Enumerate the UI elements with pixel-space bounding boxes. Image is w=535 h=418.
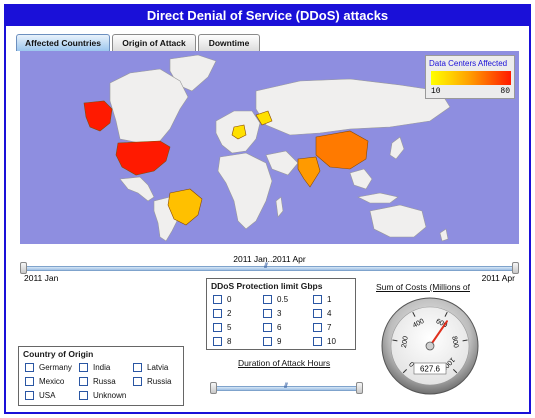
country-option-label: Germany (39, 363, 72, 372)
china-shape (315, 130, 369, 170)
protection-limit-filter: DDoS Protection limit Gbps 0 0.5 1 2 3 4 5 6 7 8 9… (206, 278, 356, 350)
protection-option-checkbox[interactable] (313, 323, 322, 332)
protection-option-checkbox[interactable] (263, 323, 272, 332)
legend-title: Data Centers Affected (429, 59, 508, 68)
protection-option-label: 1 (327, 295, 332, 304)
protection-option-label: 4 (327, 309, 332, 318)
gauge-hub (425, 341, 435, 351)
protection-option-label: 0 (227, 295, 232, 304)
protection-option-checkbox[interactable] (213, 323, 222, 332)
protection-option-label: 10 (327, 337, 336, 346)
canada-shape (109, 68, 189, 144)
world-map[interactable]: Data Centers Affected 10 80 (20, 51, 519, 244)
country-option-label: India (93, 363, 111, 372)
protection-option-checkbox[interactable] (213, 337, 222, 346)
legend-color-scale (431, 71, 511, 85)
protection-limit-title: DDoS Protection limit Gbps (211, 281, 323, 291)
alaska-shape (83, 100, 113, 132)
gauge-dial: 0200400 6008001000 627.6 (381, 297, 479, 395)
protection-option-label: 6 (277, 323, 282, 332)
tab-downtime[interactable]: Downtime (198, 34, 260, 51)
protection-option-checkbox[interactable] (263, 309, 272, 318)
protection-option-checkbox[interactable] (213, 295, 222, 304)
country-option-checkbox[interactable] (79, 363, 88, 372)
country-option-checkbox[interactable] (25, 391, 34, 400)
page-title: Direct Denial of Service (DDoS) attacks (6, 6, 529, 26)
africa-shape (217, 152, 273, 230)
indonesia-shape (357, 192, 399, 204)
time-range-start-label: 2011 Jan (24, 273, 59, 283)
madagascar-shape (275, 196, 284, 218)
country-origin-filter: Country of Origin Germany India Latvia Mexi… (18, 346, 184, 406)
duration-slider-track[interactable] (214, 386, 360, 391)
time-range-caption: 2011 Jan..2011 Apr (233, 254, 306, 264)
duration-grip-icon[interactable]: /// (284, 383, 288, 390)
usa-shape (115, 140, 171, 176)
legend-min-value: 10 (431, 87, 441, 96)
protection-option-label: 5 (227, 323, 232, 332)
asia-shape (255, 78, 451, 136)
cost-gauge: 0 200 400 600 800 1000 627.6 (380, 296, 480, 396)
country-option-checkbox[interactable] (79, 391, 88, 400)
duration-start-handle[interactable] (210, 382, 217, 394)
country-option-checkbox[interactable] (133, 377, 142, 386)
protection-option-label: 8 (227, 337, 232, 346)
protection-option-label: 7 (327, 323, 332, 332)
new-zealand-shape (439, 228, 449, 242)
time-range-grip-icon[interactable]: /// (264, 263, 268, 270)
australia-shape (369, 204, 427, 238)
tab-affected-countries[interactable]: Affected Countries (16, 34, 110, 51)
gauge-readout: 627.6 (420, 365, 441, 374)
country-origin-title: Country of Origin (23, 349, 94, 359)
country-option-checkbox[interactable] (133, 363, 142, 372)
country-option-label: Latvia (147, 363, 169, 372)
protection-option-checkbox[interactable] (213, 309, 222, 318)
protection-option-checkbox[interactable] (313, 309, 322, 318)
se-asia-shape (349, 168, 373, 190)
protection-option-label: 0.5 (277, 295, 289, 304)
protection-option-checkbox[interactable] (263, 337, 272, 346)
time-range-end-label: 2011 Apr (481, 273, 515, 283)
india-shape (297, 156, 321, 188)
protection-option-label: 2 (227, 309, 232, 318)
country-option-label: Russa (93, 377, 116, 386)
map-legend: Data Centers Affected 10 80 (425, 55, 515, 99)
country-option-label: USA (39, 391, 56, 400)
protection-option-checkbox[interactable] (313, 337, 322, 346)
legend-max-value: 80 (500, 87, 510, 96)
duration-end-handle[interactable] (356, 382, 363, 394)
country-option-checkbox[interactable] (25, 363, 34, 372)
country-option-label: Russia (147, 377, 172, 386)
country-option-checkbox[interactable] (79, 377, 88, 386)
gauge-title: Sum of Costs (Millions of (376, 282, 470, 292)
protection-option-label: 9 (277, 337, 282, 346)
time-range-slider-track[interactable] (24, 266, 519, 271)
mexico-shape (119, 176, 155, 202)
protection-option-checkbox[interactable] (263, 295, 272, 304)
middle-east-shape (265, 150, 299, 176)
duration-title: Duration of Attack Hours (238, 358, 331, 368)
japan-shape (389, 136, 405, 160)
dashboard-frame: Direct Denial of Service (DDoS) attacks … (4, 4, 531, 414)
country-option-checkbox[interactable] (25, 377, 34, 386)
protection-option-label: 3 (277, 309, 282, 318)
country-option-label: Unknown (93, 391, 127, 400)
protection-option-checkbox[interactable] (313, 295, 322, 304)
country-option-label: Mexico (39, 377, 65, 386)
tab-origin-of-attack[interactable]: Origin of Attack (112, 34, 196, 51)
